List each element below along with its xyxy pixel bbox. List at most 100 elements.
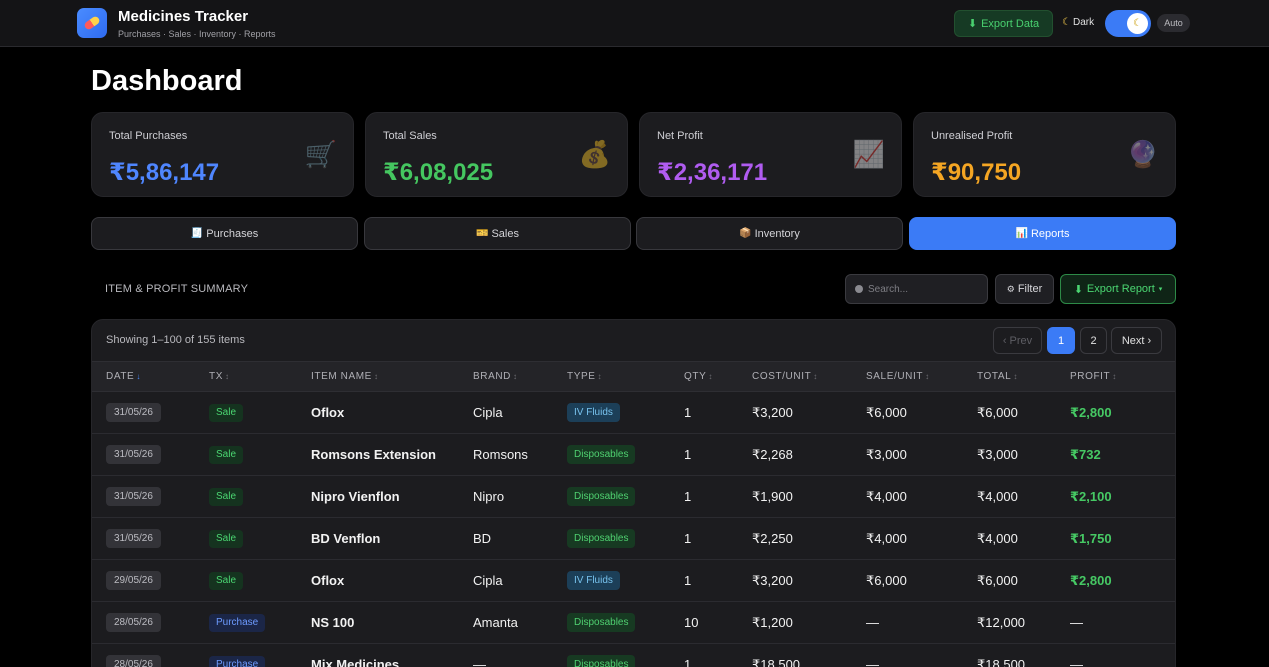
- showing-count: Showing 1–100 of 155 items: [106, 334, 245, 346]
- cell-qty: 1: [684, 644, 691, 667]
- sort-icon: ↕: [373, 372, 379, 381]
- dark-mode-toggle[interactable]: ☾: [1105, 10, 1151, 37]
- next-page-button[interactable]: Next ›: [1111, 327, 1162, 354]
- section-title: ITEM & PROFIT SUMMARY: [105, 283, 249, 295]
- tab-sales[interactable]: 🎫 Sales: [364, 217, 631, 250]
- table-row[interactable]: 31/05/26 Sale Romsons Extension Romsons Disp…: [92, 434, 1175, 476]
- total-value: ₹12,000: [977, 614, 1026, 630]
- tx-badge: Purchase: [209, 613, 266, 632]
- prev-page-button[interactable]: ‹ Prev: [993, 327, 1042, 354]
- date-chip: 28/05/26: [106, 613, 161, 632]
- tab-inventory[interactable]: 📦 Inventory: [636, 217, 903, 250]
- type-badge: IV Fluids: [567, 571, 620, 590]
- cell-qty: 1: [684, 476, 691, 517]
- column-header-brand[interactable]: BRAND ↕: [473, 371, 518, 382]
- column-header-profit[interactable]: PROFIT ↕: [1070, 371, 1117, 382]
- column-header-cost-unit[interactable]: COST/UNIT ↕: [752, 371, 818, 382]
- column-header-sale-unit[interactable]: SALE/UNIT ↕: [866, 371, 930, 382]
- tab-purchases[interactable]: 🧾 Purchases: [91, 217, 358, 250]
- cost-value: ₹3,200: [752, 404, 793, 420]
- stat-card-unrealised-profit: Unrealised Profit ₹90,750 🔮: [913, 112, 1176, 197]
- export-data-label: Export Data: [981, 17, 1040, 30]
- table-row[interactable]: 28/05/26 Purchase Mix Medicines — Disposable…: [92, 644, 1175, 667]
- total-value: ₹3,000: [977, 446, 1018, 462]
- search-box[interactable]: [845, 274, 988, 304]
- cell-qty: 1: [684, 434, 691, 475]
- export-report-label: Export Report: [1086, 283, 1155, 295]
- sort-icon: ↕: [813, 372, 818, 381]
- table-row[interactable]: 29/05/26 Sale Oflox Cipla IV Fluids 1 ₹3,200 ₹6…: [92, 560, 1175, 602]
- gear-icon: ⚙: [1006, 283, 1015, 294]
- cell-date: 31/05/26: [106, 434, 161, 475]
- auto-theme-button[interactable]: Auto: [1157, 14, 1190, 32]
- cell-type: Disposables: [567, 518, 636, 559]
- column-header-tx[interactable]: TX ↕: [209, 371, 230, 382]
- cell-brand: Cipla: [473, 560, 503, 601]
- download-icon: ⬇: [1073, 283, 1083, 296]
- column-header-item-name[interactable]: ITEM NAME ↕: [311, 371, 379, 382]
- page-title: Dashboard: [91, 65, 243, 97]
- stat-card-total-sales: Total Sales ₹6,08,025 💰: [365, 112, 628, 197]
- stat-card-total-purchases: Total Purchases ₹5,86,147 🛒: [91, 112, 354, 197]
- cell-sale: —: [866, 602, 879, 643]
- column-header-qty[interactable]: QTY ↕: [684, 371, 713, 382]
- qty-value: 1: [684, 489, 692, 504]
- profit-value: —: [1070, 657, 1083, 667]
- page-button-2[interactable]: 2: [1080, 327, 1107, 354]
- cell-cost: ₹3,200: [752, 560, 793, 601]
- moon-icon: ☾: [1062, 17, 1071, 28]
- cell-date: 31/05/26: [106, 476, 161, 517]
- toggle-knob: ☾: [1127, 13, 1148, 34]
- cell-qty: 1: [684, 392, 691, 433]
- cell-cost: ₹2,250: [752, 518, 793, 559]
- cell-total: ₹6,000: [977, 392, 1018, 433]
- sort-icon: ↕: [513, 372, 518, 381]
- export-data-button[interactable]: ⬇ Export Data: [954, 10, 1053, 37]
- stat-label: Total Purchases: [109, 130, 188, 142]
- cell-profit: ₹2,100: [1070, 476, 1112, 517]
- date-chip: 31/05/26: [106, 445, 161, 464]
- column-header-date[interactable]: DATE ↓: [106, 371, 141, 382]
- total-value: ₹4,000: [977, 488, 1018, 504]
- table-row[interactable]: 31/05/26 Sale Nipro Vienflon Nipro Disposabl…: [92, 476, 1175, 518]
- cell-profit: —: [1070, 602, 1083, 643]
- cell-sale: ₹6,000: [866, 560, 907, 601]
- tab-reports[interactable]: 📊 Reports: [909, 217, 1176, 250]
- table-row[interactable]: 28/05/26 Purchase NS 100 Amanta Disposables 1…: [92, 602, 1175, 644]
- cell-item: Romsons Extension: [311, 434, 436, 475]
- tx-badge: Purchase: [209, 655, 266, 667]
- cell-tx: Sale: [209, 434, 244, 475]
- cell-cost: ₹18,500: [752, 644, 800, 667]
- column-header-type[interactable]: TYPE ↕: [567, 371, 602, 382]
- tx-badge: Sale: [209, 403, 244, 422]
- page-button-1[interactable]: 1: [1047, 327, 1075, 354]
- cell-total: ₹4,000: [977, 476, 1018, 517]
- cell-date: 28/05/26: [106, 644, 161, 667]
- export-report-button[interactable]: ⬇ Export Report ▾: [1060, 274, 1176, 304]
- table-row[interactable]: 31/05/26 Sale BD Venflon BD Disposables 1 ₹2,2…: [92, 518, 1175, 560]
- date-chip: 31/05/26: [106, 403, 161, 422]
- cost-value: ₹1,900: [752, 488, 793, 504]
- date-chip: 31/05/26: [106, 487, 161, 506]
- column-header-total[interactable]: TOTAL ↕: [977, 371, 1018, 382]
- brand-value: —: [473, 657, 486, 667]
- sort-icon: ↕: [1013, 372, 1018, 381]
- profit-value: ₹732: [1070, 446, 1101, 462]
- filter-button[interactable]: ⚙ Filter: [995, 274, 1054, 304]
- total-value: ₹18,500: [977, 656, 1026, 667]
- qty-value: 1: [684, 447, 692, 462]
- cell-qty: 1: [684, 518, 691, 559]
- qty-value: 1: [684, 657, 692, 667]
- cell-qty: 1: [684, 560, 691, 601]
- search-input[interactable]: [868, 283, 978, 295]
- filter-label: Filter: [1017, 283, 1043, 295]
- stat-value: ₹5,86,147: [109, 159, 220, 186]
- cart-icon: 🛒: [304, 139, 337, 169]
- date-chip: 28/05/26: [106, 655, 161, 667]
- stat-card-net-profit: Net Profit ₹2,36,171 📈: [639, 112, 902, 197]
- cell-profit: ₹2,800: [1070, 392, 1112, 433]
- cell-brand: —: [473, 644, 486, 667]
- qty-value: 1: [684, 531, 692, 546]
- table-row[interactable]: 31/05/26 Sale Oflox Cipla IV Fluids 1 ₹3,200 ₹6…: [92, 392, 1175, 434]
- cell-profit: —: [1070, 644, 1083, 667]
